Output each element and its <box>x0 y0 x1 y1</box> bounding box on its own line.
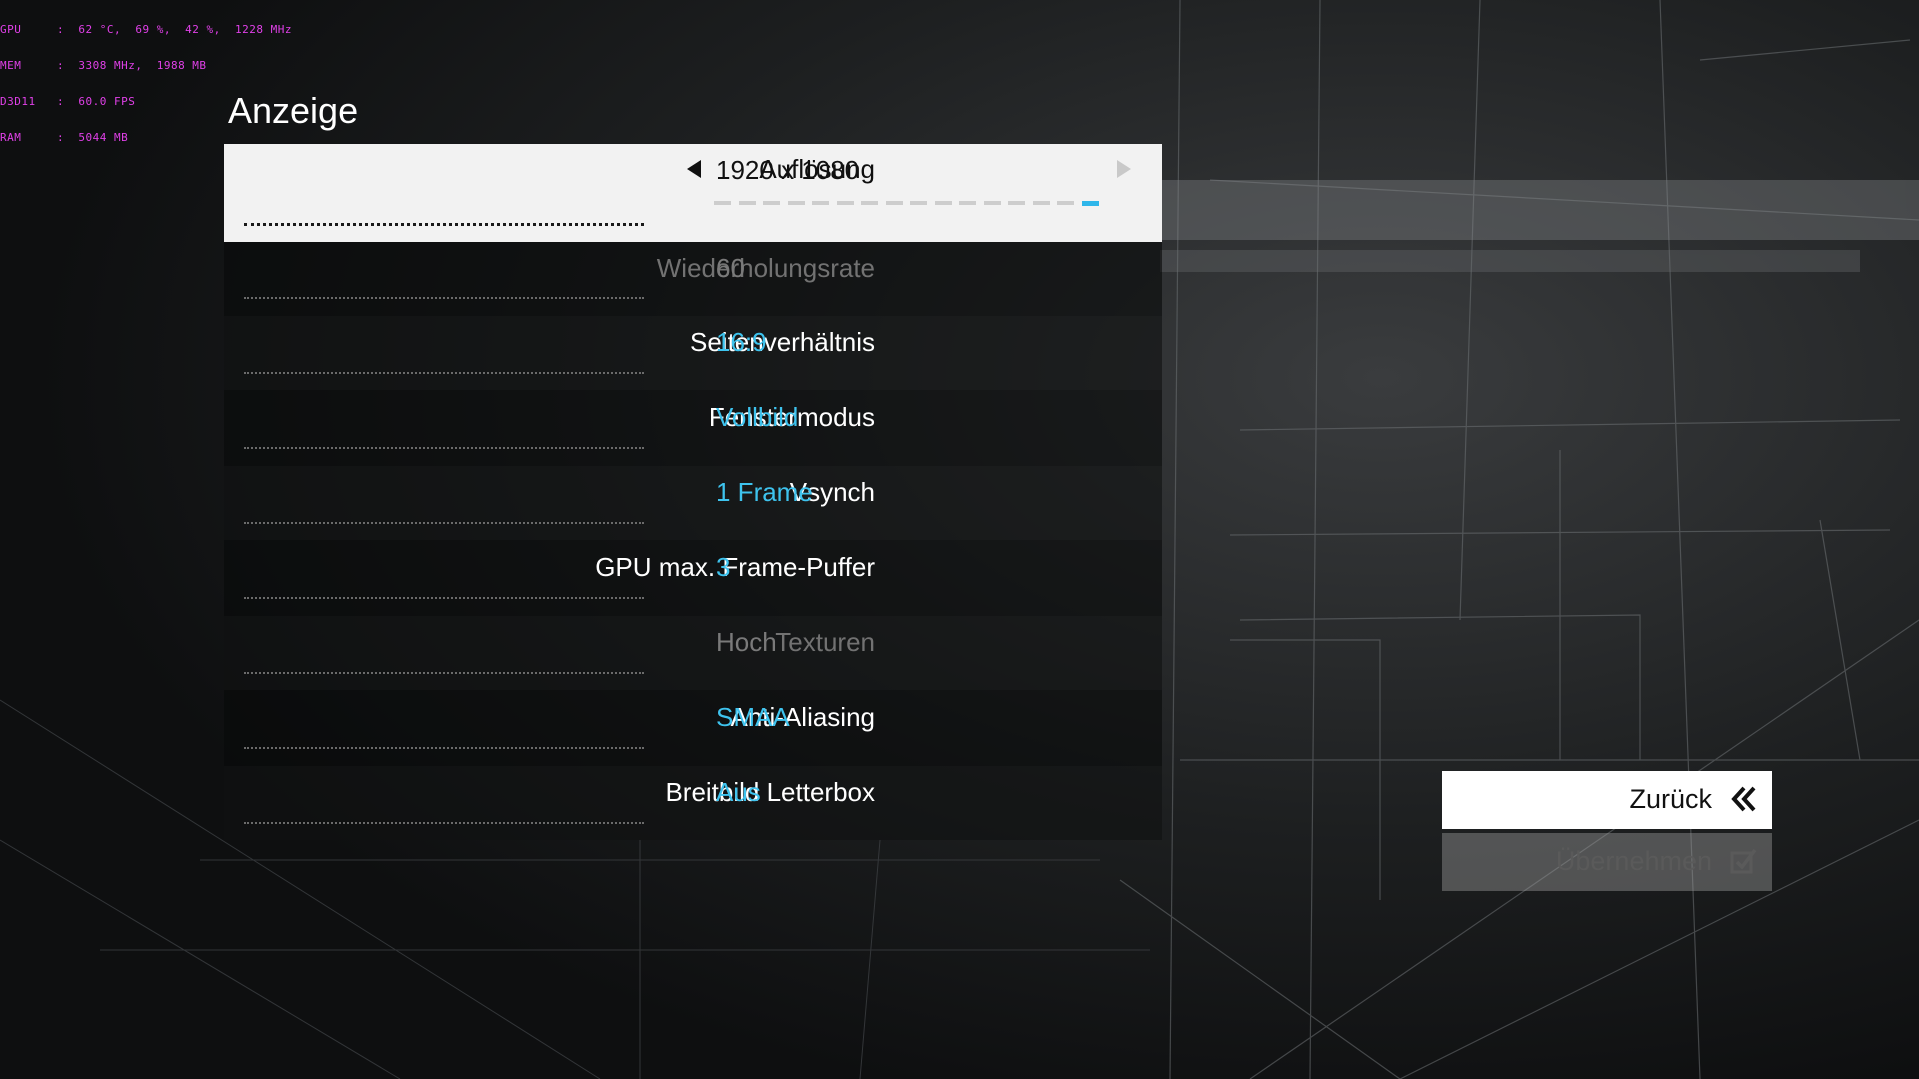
setting-row-vsync[interactable]: Vsynch 1 Frame <box>224 466 1162 540</box>
arrow-left-icon[interactable] <box>687 160 701 178</box>
resolution-step-segment <box>763 201 780 205</box>
setting-label: Texturen <box>775 627 875 657</box>
resolution-step-segment <box>934 201 952 205</box>
setting-value: Hoch <box>716 627 777 657</box>
resolution-step-segment <box>714 201 731 205</box>
setting-row-resolution[interactable]: Auflösung 1920 x 1080 <box>224 144 1162 242</box>
setting-value: 1920 x 1080 <box>716 155 860 185</box>
osd-line-ram: RAM : 5044 MB <box>0 131 129 144</box>
resolution-step-segment <box>1008 201 1025 205</box>
resolution-step-segment <box>1032 201 1050 205</box>
setting-value: 60 <box>716 253 745 283</box>
apply-button-label: Übernehmen <box>1555 846 1712 876</box>
back-button[interactable]: Zurück <box>1442 771 1772 829</box>
osd-line-gpu: GPU : 62 °C, 69 %, 42 %, 1228 MHz <box>0 23 293 36</box>
osd-line-mem: MEM : 3308 MHz, 1988 MB <box>0 59 207 72</box>
back-button-label: Zurück <box>1629 784 1712 814</box>
setting-row-window-mode[interactable]: Fenstermodus Vollbild <box>224 391 1162 465</box>
resolution-step-segment <box>1057 201 1074 205</box>
performance-overlay: GPU : 62 °C, 69 %, 42 %, 1228 MHz MEM : … <box>0 0 292 156</box>
setting-value: 1 Frame <box>716 477 813 507</box>
double-chevron-left-icon <box>1731 786 1756 812</box>
setting-value: 3 <box>716 552 731 582</box>
setting-value: SMAA <box>716 702 790 732</box>
setting-row-textures[interactable]: Texturen Hoch <box>224 616 1162 690</box>
page-title: Anzeige <box>228 90 359 131</box>
dotted-separator <box>244 297 644 299</box>
resolution-step-segment <box>1081 201 1099 206</box>
dotted-separator <box>244 597 644 599</box>
resolution-step-segment <box>861 201 878 205</box>
dotted-separator <box>244 522 644 524</box>
setting-label: Breitbild Letterbox <box>665 777 875 807</box>
dotted-separator <box>244 672 644 674</box>
setting-row-letterbox[interactable]: Breitbild Letterbox Aus <box>224 766 1162 840</box>
setting-label: GPU max. Frame-Puffer <box>595 552 875 582</box>
resolution-step-segment <box>983 201 1001 205</box>
settings-panel: Auflösung 1920 x 1080 Wiederholungsrate … <box>224 144 1162 840</box>
setting-row-gpu-frame-buffer[interactable]: GPU max. Frame-Puffer 3 <box>224 541 1162 615</box>
resolution-step-segment <box>787 201 805 205</box>
dotted-separator <box>244 822 644 824</box>
setting-value: 16:9 <box>716 327 767 357</box>
dotted-separator <box>244 223 644 226</box>
resolution-step-segment <box>812 201 829 205</box>
apply-button[interactable]: Übernehmen <box>1442 833 1772 891</box>
setting-label: Wiederholungsrate <box>656 253 875 283</box>
dotted-separator <box>244 372 644 374</box>
resolution-step-segment <box>836 201 854 205</box>
setting-row-refresh-rate[interactable]: Wiederholungsrate 60 <box>224 242 1162 316</box>
dotted-separator <box>244 447 644 449</box>
setting-row-aspect-ratio[interactable]: Seitenverhältnis 16:9 <box>224 316 1162 390</box>
setting-row-anti-aliasing[interactable]: Anti-Aliasing SMAA <box>224 691 1162 765</box>
resolution-step-indicator <box>714 201 1134 206</box>
resolution-step-segment <box>910 201 927 205</box>
setting-value: Vollbild <box>716 402 799 432</box>
dotted-separator <box>244 747 644 749</box>
resolution-step-segment <box>738 201 756 205</box>
apply-checkbox-icon <box>1730 848 1757 874</box>
resolution-step-segment <box>959 201 976 205</box>
setting-value: Aus <box>716 777 761 807</box>
resolution-step-segment <box>885 201 903 205</box>
arrow-right-icon[interactable] <box>1117 160 1131 178</box>
